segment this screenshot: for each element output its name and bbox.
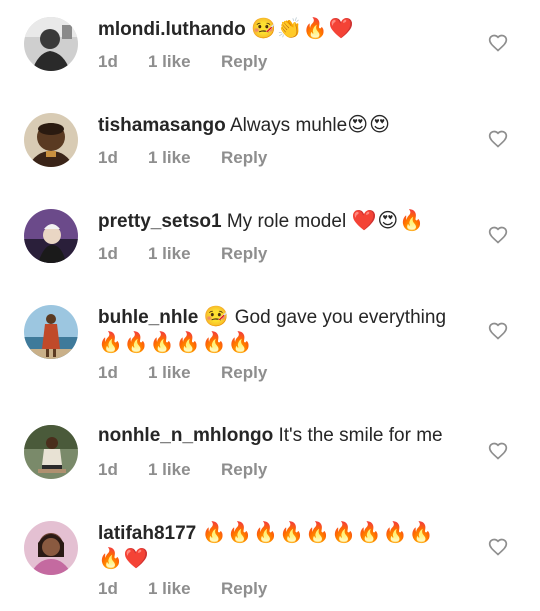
comment-body: My role model xyxy=(226,211,347,232)
comment-meta: 1d 1 like Reply xyxy=(98,578,267,600)
reply-button[interactable]: Reply xyxy=(221,147,267,169)
heart-outline-icon[interactable] xyxy=(488,33,508,53)
avatar-image xyxy=(24,521,78,575)
reply-button[interactable]: Reply xyxy=(221,459,267,481)
comment-text-line-2: 🔥❤️ xyxy=(98,545,478,573)
heart-outline-icon[interactable] xyxy=(488,441,508,461)
comment-emoji: 🔥🔥🔥🔥🔥🔥 xyxy=(98,330,254,354)
avatar-image xyxy=(24,113,78,167)
reply-button[interactable]: Reply xyxy=(221,362,267,384)
comment-text-line-2: 🔥🔥🔥🔥🔥🔥 xyxy=(98,329,478,357)
comment-body: God gave you everything xyxy=(234,307,447,328)
comment-like-count[interactable]: 1 like xyxy=(148,147,221,169)
comment-emoji: 🤒 xyxy=(203,304,230,328)
comment-timestamp[interactable]: 1d xyxy=(98,147,148,169)
comment-username[interactable]: pretty_setso1 xyxy=(98,211,222,232)
comment-emoji: 🤒👏🔥❤️ xyxy=(251,16,355,40)
avatar[interactable] xyxy=(24,209,78,263)
comment-text: nonhle_n_mhlongo It's the smile for me xyxy=(98,423,478,449)
comment-timestamp[interactable]: 1d xyxy=(98,362,148,384)
comment-username[interactable]: tishamasango xyxy=(98,115,226,136)
comment-meta: 1d 1 like Reply xyxy=(98,147,267,169)
comment-username[interactable]: latifah8177 xyxy=(98,523,196,544)
avatar[interactable] xyxy=(24,425,78,479)
avatar[interactable] xyxy=(24,17,78,71)
comment-text: buhle_nhle 🤒 God gave you everything xyxy=(98,303,478,331)
comment-username[interactable]: buhle_nhle xyxy=(98,307,198,328)
comment-emoji: 🔥🔥🔥🔥🔥🔥🔥🔥🔥 xyxy=(201,520,435,544)
reply-button[interactable]: Reply xyxy=(221,51,267,73)
heart-outline-icon[interactable] xyxy=(488,321,508,341)
heart-outline-icon[interactable] xyxy=(488,537,508,557)
comment-timestamp[interactable]: 1d xyxy=(98,51,148,73)
comment-emoji: ❤️😍🔥 xyxy=(351,208,426,232)
reply-button[interactable]: Reply xyxy=(221,578,267,600)
avatar[interactable] xyxy=(24,521,78,575)
comment-text: latifah8177 🔥🔥🔥🔥🔥🔥🔥🔥🔥 xyxy=(98,519,478,547)
comment-body: It's the smile for me xyxy=(278,425,443,446)
comment-body: Always muhle xyxy=(230,115,348,136)
avatar-image xyxy=(24,17,78,71)
comment-meta: 1d 1 like Reply xyxy=(98,362,267,384)
comment-meta: 1d 1 like Reply xyxy=(98,51,267,73)
comment-text: mlondi.luthando 🤒👏🔥❤️ xyxy=(98,15,478,43)
avatar[interactable] xyxy=(24,113,78,167)
comment-meta: 1d 1 like Reply xyxy=(98,243,267,265)
comment-like-count[interactable]: 1 like xyxy=(148,243,221,265)
comment-timestamp[interactable]: 1d xyxy=(98,243,148,265)
heart-outline-icon[interactable] xyxy=(488,225,508,245)
avatar-image xyxy=(24,305,78,359)
comment-like-count[interactable]: 1 like xyxy=(148,459,221,481)
comment-emoji: 😍😍 xyxy=(347,112,391,136)
comment-text: pretty_setso1 My role model ❤️😍🔥 xyxy=(98,207,478,235)
comment-emoji: 🔥❤️ xyxy=(98,546,150,570)
reply-button[interactable]: Reply xyxy=(221,243,267,265)
comment-like-count[interactable]: 1 like xyxy=(148,578,221,600)
comment-timestamp[interactable]: 1d xyxy=(98,459,148,481)
comment-username[interactable]: nonhle_n_mhlongo xyxy=(98,425,273,446)
comment-text: tishamasango Always muhle😍😍 xyxy=(98,111,478,139)
comment-username[interactable]: mlondi.luthando xyxy=(98,19,246,40)
avatar-image xyxy=(24,209,78,263)
comment-like-count[interactable]: 1 like xyxy=(148,51,221,73)
comment-timestamp[interactable]: 1d xyxy=(98,578,148,600)
comment-meta: 1d 1 like Reply xyxy=(98,459,267,481)
avatar[interactable] xyxy=(24,305,78,359)
avatar-image xyxy=(24,425,78,479)
heart-outline-icon[interactable] xyxy=(488,129,508,149)
comment-like-count[interactable]: 1 like xyxy=(148,362,221,384)
